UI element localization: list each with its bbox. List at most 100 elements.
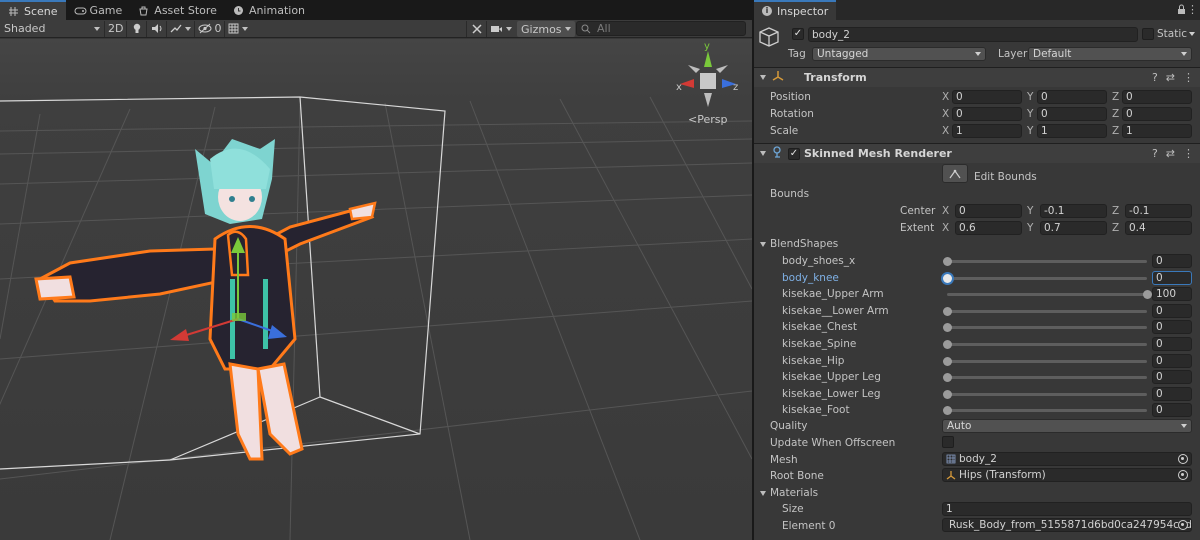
blendshape-slider-knob[interactable] xyxy=(943,340,952,349)
preset-icon[interactable]: ⇄ xyxy=(1166,71,1175,84)
projection-toggle[interactable]: <Persp xyxy=(688,113,727,126)
object-picker-icon[interactable] xyxy=(1178,470,1188,480)
scene-viewport[interactable]: y x z <Persp xyxy=(0,39,752,540)
blendshape-value-field[interactable]: 100 xyxy=(1152,287,1192,302)
blendshape-slider-track[interactable] xyxy=(947,409,1147,413)
kebab-menu-icon[interactable]: ⋮ xyxy=(1183,71,1194,84)
toggle-2d-label: 2D xyxy=(108,22,124,35)
kebab-menu-icon[interactable]: ⋮ xyxy=(1187,3,1198,16)
mesh-field[interactable]: body_2 xyxy=(942,452,1192,466)
update-offscreen-checkbox[interactable] xyxy=(942,436,954,448)
blendshape-value-field[interactable]: 0 xyxy=(1152,386,1192,401)
quality-value: Auto xyxy=(947,420,972,432)
search-placeholder: All xyxy=(597,22,611,35)
toggle-2d-button[interactable]: 2D xyxy=(104,20,126,37)
blendshapes-foldout[interactable]: BlendShapes xyxy=(760,238,838,250)
tag-dropdown[interactable]: Untagged xyxy=(812,47,986,61)
tab-inspector[interactable]: i Inspector xyxy=(754,0,837,20)
blendshape-slider-knob[interactable] xyxy=(943,323,952,333)
blendshape-slider-knob[interactable] xyxy=(943,389,952,399)
tab-game[interactable]: Game xyxy=(66,0,131,20)
element0-field[interactable]: Rusk_Body_from_5155871d6bd0ca247954cedb xyxy=(942,518,1192,532)
blendshape-slider-track[interactable] xyxy=(947,343,1147,346)
edit-bounds-button[interactable] xyxy=(942,164,968,183)
materials-size-field[interactable]: 1 xyxy=(942,502,1192,516)
bounds-extent-y-field[interactable]: 0.7 xyxy=(1040,221,1107,235)
kebab-menu-icon[interactable]: ⋮ xyxy=(1183,147,1194,160)
camera-dropdown[interactable] xyxy=(486,21,515,37)
smr-enabled-checkbox[interactable]: ✓ xyxy=(788,147,800,160)
blendshape-slider-track[interactable] xyxy=(947,392,1147,396)
audio-toggle[interactable] xyxy=(146,20,166,37)
bounds-extent-x-field[interactable]: 0.6 xyxy=(955,221,1022,235)
bounds-center-z-value: -0.1 xyxy=(1129,205,1150,217)
lock-icon[interactable] xyxy=(1177,4,1186,18)
blendshape-slider-knob[interactable] xyxy=(943,373,952,383)
object-picker-icon[interactable] xyxy=(1178,520,1188,530)
blendshape-slider-track[interactable] xyxy=(947,276,1147,280)
tab-scene[interactable]: Scene xyxy=(0,0,66,20)
hidden-objects-toggle[interactable]: 0 xyxy=(194,20,224,37)
preset-icon[interactable]: ⇄ xyxy=(1166,147,1175,160)
bounds-extent-z-field[interactable]: 0.4 xyxy=(1125,221,1192,235)
blendshape-value-field[interactable]: 0 xyxy=(1152,370,1192,385)
gizmos-dropdown[interactable]: Gizmos xyxy=(517,21,575,37)
transform-header[interactable]: Transform ? ⇄ ⋮ xyxy=(754,67,1200,87)
scene-search-input[interactable]: All xyxy=(576,21,746,36)
transform-x-field[interactable]: 1 xyxy=(952,124,1022,138)
transform-x-field[interactable]: 0 xyxy=(952,90,1022,104)
transform-y-field[interactable]: 0 xyxy=(1037,107,1107,121)
object-picker-icon[interactable] xyxy=(1178,454,1188,464)
blendshape-slider-track[interactable] xyxy=(947,376,1147,380)
foldout-icon xyxy=(760,75,766,80)
bounds-center-y-field[interactable]: -0.1 xyxy=(1040,204,1107,218)
active-checkbox[interactable]: ✓ xyxy=(792,28,804,40)
root-bone-field[interactable]: Hips (Transform) xyxy=(942,468,1192,482)
blendshape-value-field[interactable]: 0 xyxy=(1152,320,1192,335)
tab-animation[interactable]: Animation xyxy=(225,0,313,20)
quality-dropdown[interactable]: Auto xyxy=(942,419,1192,433)
help-icon[interactable]: ? xyxy=(1152,147,1158,160)
blendshape-slider-track[interactable] xyxy=(947,260,1147,263)
blendshape-value-field[interactable]: 0 xyxy=(1152,270,1192,285)
static-dropdown[interactable]: Static xyxy=(1157,28,1196,40)
transform-y-field[interactable]: 0 xyxy=(1037,90,1107,104)
grid-toggle[interactable] xyxy=(224,20,251,37)
bounds-center-x-field[interactable]: 0 xyxy=(955,204,1022,218)
blendshape-slider-knob[interactable] xyxy=(943,257,952,266)
effects-dropdown[interactable] xyxy=(166,20,194,37)
transform-y-field[interactable]: 1 xyxy=(1037,124,1107,138)
object-name-value: body_2 xyxy=(812,28,850,41)
blendshape-slider-knob[interactable] xyxy=(943,406,952,416)
blendshape-slider-track[interactable] xyxy=(947,326,1147,330)
shading-mode-dropdown[interactable]: Shaded xyxy=(0,21,104,37)
blendshape-value-field[interactable]: 0 xyxy=(1152,403,1192,418)
blendshape-slider-track[interactable] xyxy=(947,359,1147,363)
transform-x-field[interactable]: 0 xyxy=(952,107,1022,121)
blendshape-value-field[interactable]: 0 xyxy=(1152,303,1192,318)
blendshape-value-field[interactable]: 0 xyxy=(1152,337,1192,351)
blendshape-slider-track[interactable] xyxy=(947,293,1147,297)
layer-dropdown[interactable]: Default xyxy=(1028,47,1192,61)
object-name-field[interactable]: body_2 xyxy=(808,27,1138,42)
blendshape-slider-knob[interactable] xyxy=(1143,290,1152,300)
transform-z-field[interactable]: 0 xyxy=(1122,107,1192,121)
transform-z-field[interactable]: 1 xyxy=(1122,124,1192,138)
blendshape-slider-knob[interactable] xyxy=(943,306,952,316)
transform-z-field[interactable]: 0 xyxy=(1122,90,1192,104)
lighting-toggle[interactable] xyxy=(126,20,146,37)
bounds-center-z-field[interactable]: -0.1 xyxy=(1125,204,1192,218)
help-icon[interactable]: ? xyxy=(1152,71,1158,84)
blendshape-slider-track[interactable] xyxy=(947,309,1147,313)
blendshape-value: 0 xyxy=(1156,371,1163,384)
blendshape-slider-knob[interactable] xyxy=(943,273,952,283)
blendshape-slider-knob[interactable] xyxy=(943,356,952,366)
materials-foldout[interactable]: Materials xyxy=(760,487,818,499)
static-checkbox[interactable] xyxy=(1142,28,1154,40)
blendshape-value-field[interactable]: 0 xyxy=(1152,254,1192,268)
tools-button[interactable] xyxy=(466,21,486,37)
tab-asset-store[interactable]: Asset Store xyxy=(130,0,225,20)
blendshape-value-field[interactable]: 0 xyxy=(1152,353,1192,368)
foldout-icon xyxy=(760,241,766,247)
smr-header[interactable]: ✓ Skinned Mesh Renderer ? ⇄ ⋮ xyxy=(754,143,1200,163)
